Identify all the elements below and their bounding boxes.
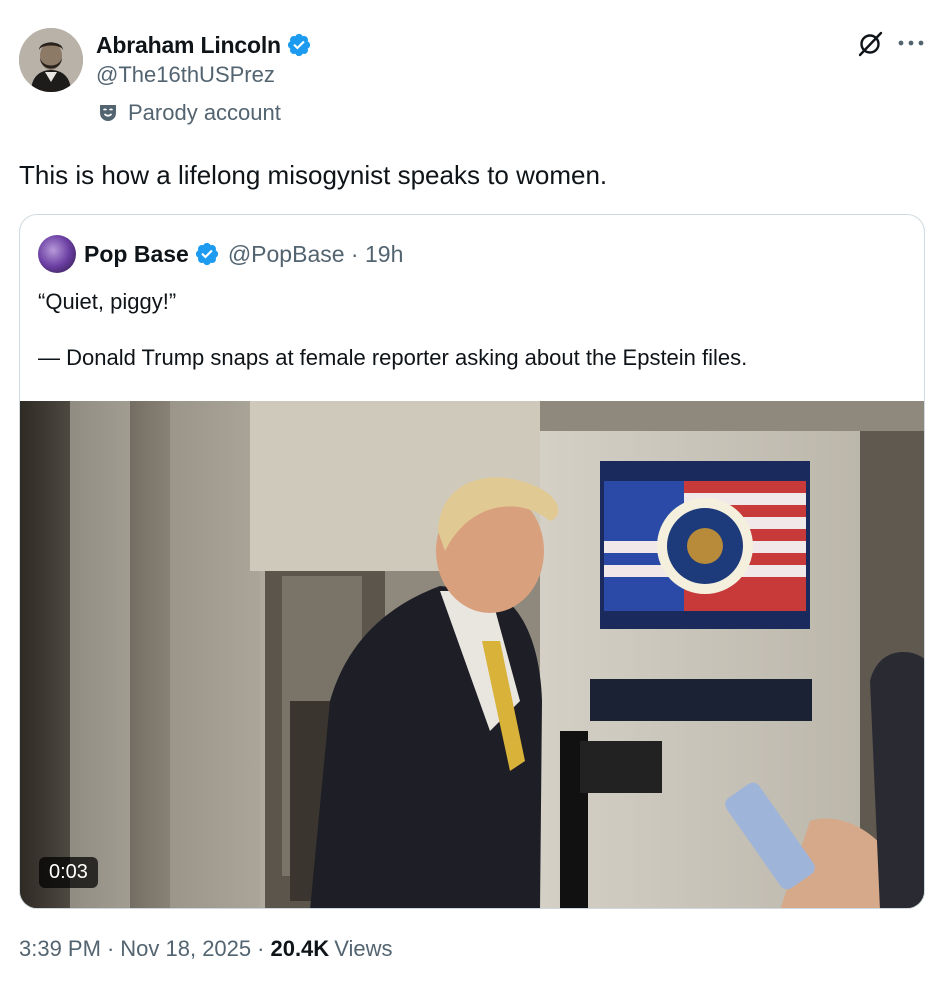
verified-badge-icon: [287, 33, 310, 57]
meta-separator: ·: [344, 240, 365, 267]
author-name-row[interactable]: Abraham Lincoln: [96, 30, 312, 60]
tweet-time[interactable]: 3:39 PM: [19, 936, 101, 962]
views-count: 20.4K: [270, 936, 330, 961]
tweet-text: This is how a lifelong misogynist speaks…: [19, 160, 608, 190]
parody-label-text: Parody account: [128, 100, 281, 125]
tweet-date[interactable]: Nov 18, 2025: [120, 936, 251, 962]
video-player[interactable]: 0:03: [20, 401, 924, 908]
author-avatar[interactable]: [19, 28, 83, 92]
author-display-name[interactable]: Abraham Lincoln: [96, 32, 281, 59]
quoted-author-avatar[interactable]: [38, 235, 76, 273]
grok-icon[interactable]: [856, 30, 884, 58]
theater-mask-icon: [100, 105, 116, 121]
video-duration-badge: 0:03: [39, 857, 98, 888]
quoted-text-body: — Donald Trump snaps at female reporter …: [38, 345, 748, 370]
quoted-display-name[interactable]: Pop Base: [84, 241, 189, 268]
author-handle[interactable]: @The16thUSPrez: [96, 62, 275, 88]
quoted-tweet-header: Pop Base @PopBase · 19h: [38, 235, 403, 273]
quoted-text-quote: “Quiet, piggy!”: [38, 289, 177, 314]
video-frame: [20, 401, 924, 908]
more-options-icon[interactable]: [896, 36, 926, 50]
quoted-tweet-card[interactable]: Pop Base @PopBase · 19h “Quiet, piggy!” …: [19, 214, 925, 909]
views-label: Views: [334, 936, 393, 961]
parody-label: Parody account: [96, 100, 281, 126]
meta-separator: ·: [106, 936, 115, 961]
tweet-footer: 3:39 PM · Nov 18, 2025 · 20.4K Views: [19, 936, 392, 962]
verified-badge-icon: [195, 242, 218, 266]
quoted-handle[interactable]: @PopBase: [228, 241, 345, 268]
meta-separator: ·: [257, 936, 265, 961]
quoted-timestamp[interactable]: 19h: [365, 241, 403, 268]
